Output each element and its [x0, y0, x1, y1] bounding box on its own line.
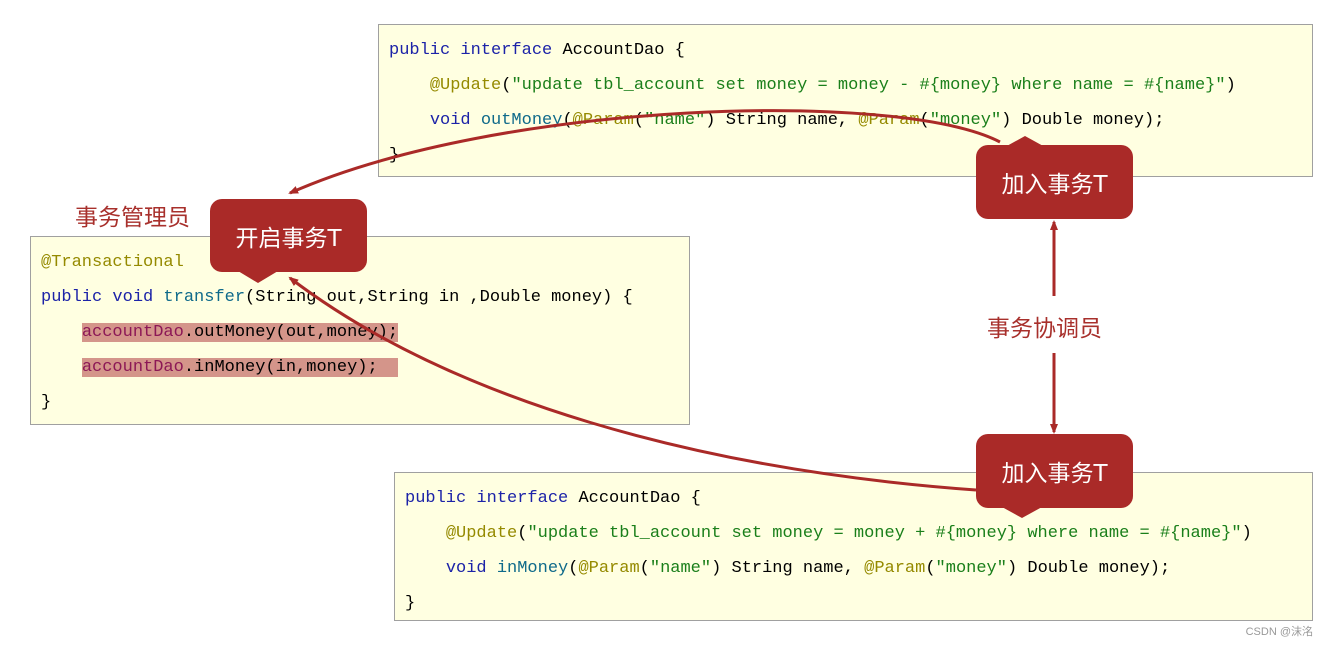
transaction-manager-label: 事务管理员 — [75, 205, 190, 231]
callout-start-transaction: 开启事务T — [210, 199, 367, 272]
arrow-join-top-to-manager — [288, 109, 1001, 195]
callout-join-transaction-bottom: 加入事务T — [976, 434, 1133, 508]
transaction-coordinator-label: 事务协调员 — [987, 316, 1102, 342]
arrow-join-bottom-to-manager — [288, 276, 977, 492]
arrows-layer — [238, 109, 1058, 518]
callout-join-transaction-top: 加入事务T — [976, 145, 1133, 219]
callout-pointer-join-bottom — [1002, 507, 1042, 518]
watermark: CSDN @沫洺 — [1245, 626, 1313, 638]
callout-pointer-start — [238, 271, 278, 283]
